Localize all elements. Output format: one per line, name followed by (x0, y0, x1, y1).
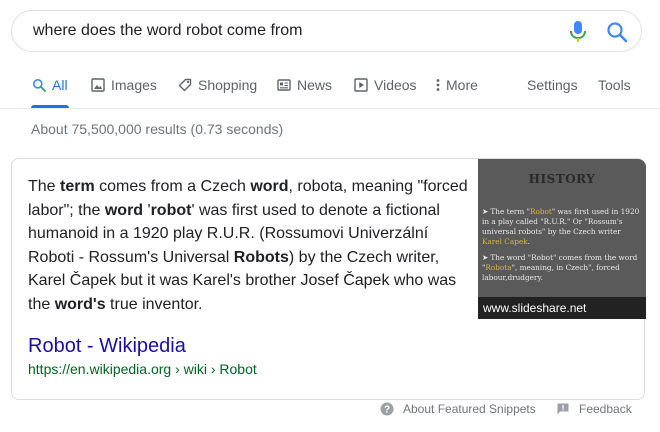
help-icon: ? (380, 402, 394, 416)
image-icon (91, 78, 105, 92)
highlighted-term: Robots (233, 248, 289, 266)
tab-more-label: More (446, 77, 478, 93)
image-slide-text: ➤ The term "Robot" was first used in 192… (482, 207, 640, 282)
tab-shopping[interactable]: Shopping (178, 62, 257, 108)
highlighted-term: word (250, 178, 289, 195)
featured-snippet: The term comes from a Czech word, robota… (11, 158, 646, 400)
highlighted-term: robot (150, 201, 192, 219)
play-icon (354, 78, 368, 92)
highlighted-term: word (104, 201, 144, 219)
tab-more[interactable]: More (435, 62, 478, 108)
snippet-text-span: ' (143, 201, 151, 219)
source-link[interactable]: Robot - Wikipedia (28, 335, 186, 358)
search-tabs: All Images Shopping News Videos More Set… (0, 62, 660, 108)
snippet-text-span: true inventor. (105, 295, 203, 313)
feedback-label: Feedback (579, 402, 632, 416)
tab-settings[interactable]: Settings (527, 62, 578, 108)
tab-all-label: All (52, 77, 68, 93)
tab-images-label: Images (111, 77, 157, 93)
image-source-caption: www.slideshare.net (478, 297, 646, 319)
tab-videos[interactable]: Videos (354, 62, 417, 108)
search-icon (32, 78, 46, 92)
snippet-text: The term comes from a Czech word, robota… (28, 175, 468, 316)
tab-images[interactable]: Images (91, 62, 157, 108)
snippet-image[interactable]: HISTORY ➤ The term "Robot" was first use… (478, 159, 646, 319)
result-stats: About 75,500,000 results (0.73 seconds) (31, 121, 284, 137)
tab-tools[interactable]: Tools (598, 62, 631, 108)
tab-tools-label: Tools (598, 77, 631, 93)
svg-text:?: ? (384, 405, 390, 416)
tabs-divider (0, 108, 660, 109)
source-url: https://en.wikipedia.org › wiki › Robot (28, 361, 257, 377)
tab-news[interactable]: News (277, 62, 332, 108)
image-heading: HISTORY (528, 172, 596, 186)
tab-all[interactable]: All (31, 62, 69, 108)
search-box[interactable]: where does the word robot come from (11, 10, 642, 52)
highlighted-term: word's (54, 295, 106, 313)
search-input[interactable]: where does the word robot come from (33, 11, 302, 51)
microphone-icon[interactable] (567, 20, 589, 44)
about-featured-snippets[interactable]: ? About Featured Snippets (380, 402, 536, 416)
about-featured-snippets-label: About Featured Snippets (403, 402, 536, 416)
more-vert-icon (435, 78, 441, 92)
tab-shopping-label: Shopping (198, 77, 258, 93)
snippet-text-span: The (28, 178, 61, 195)
tab-videos-label: Videos (374, 77, 417, 93)
feedback-icon (556, 402, 570, 416)
newspaper-icon (277, 78, 291, 92)
feedback-link[interactable]: Feedback (556, 402, 632, 416)
search-icon[interactable] (605, 20, 629, 44)
snippet-text-span: comes from a Czech (94, 178, 251, 195)
tab-news-label: News (297, 77, 333, 93)
highlighted-term: term (60, 178, 95, 195)
tab-settings-label: Settings (527, 77, 578, 93)
tag-icon (178, 78, 192, 92)
